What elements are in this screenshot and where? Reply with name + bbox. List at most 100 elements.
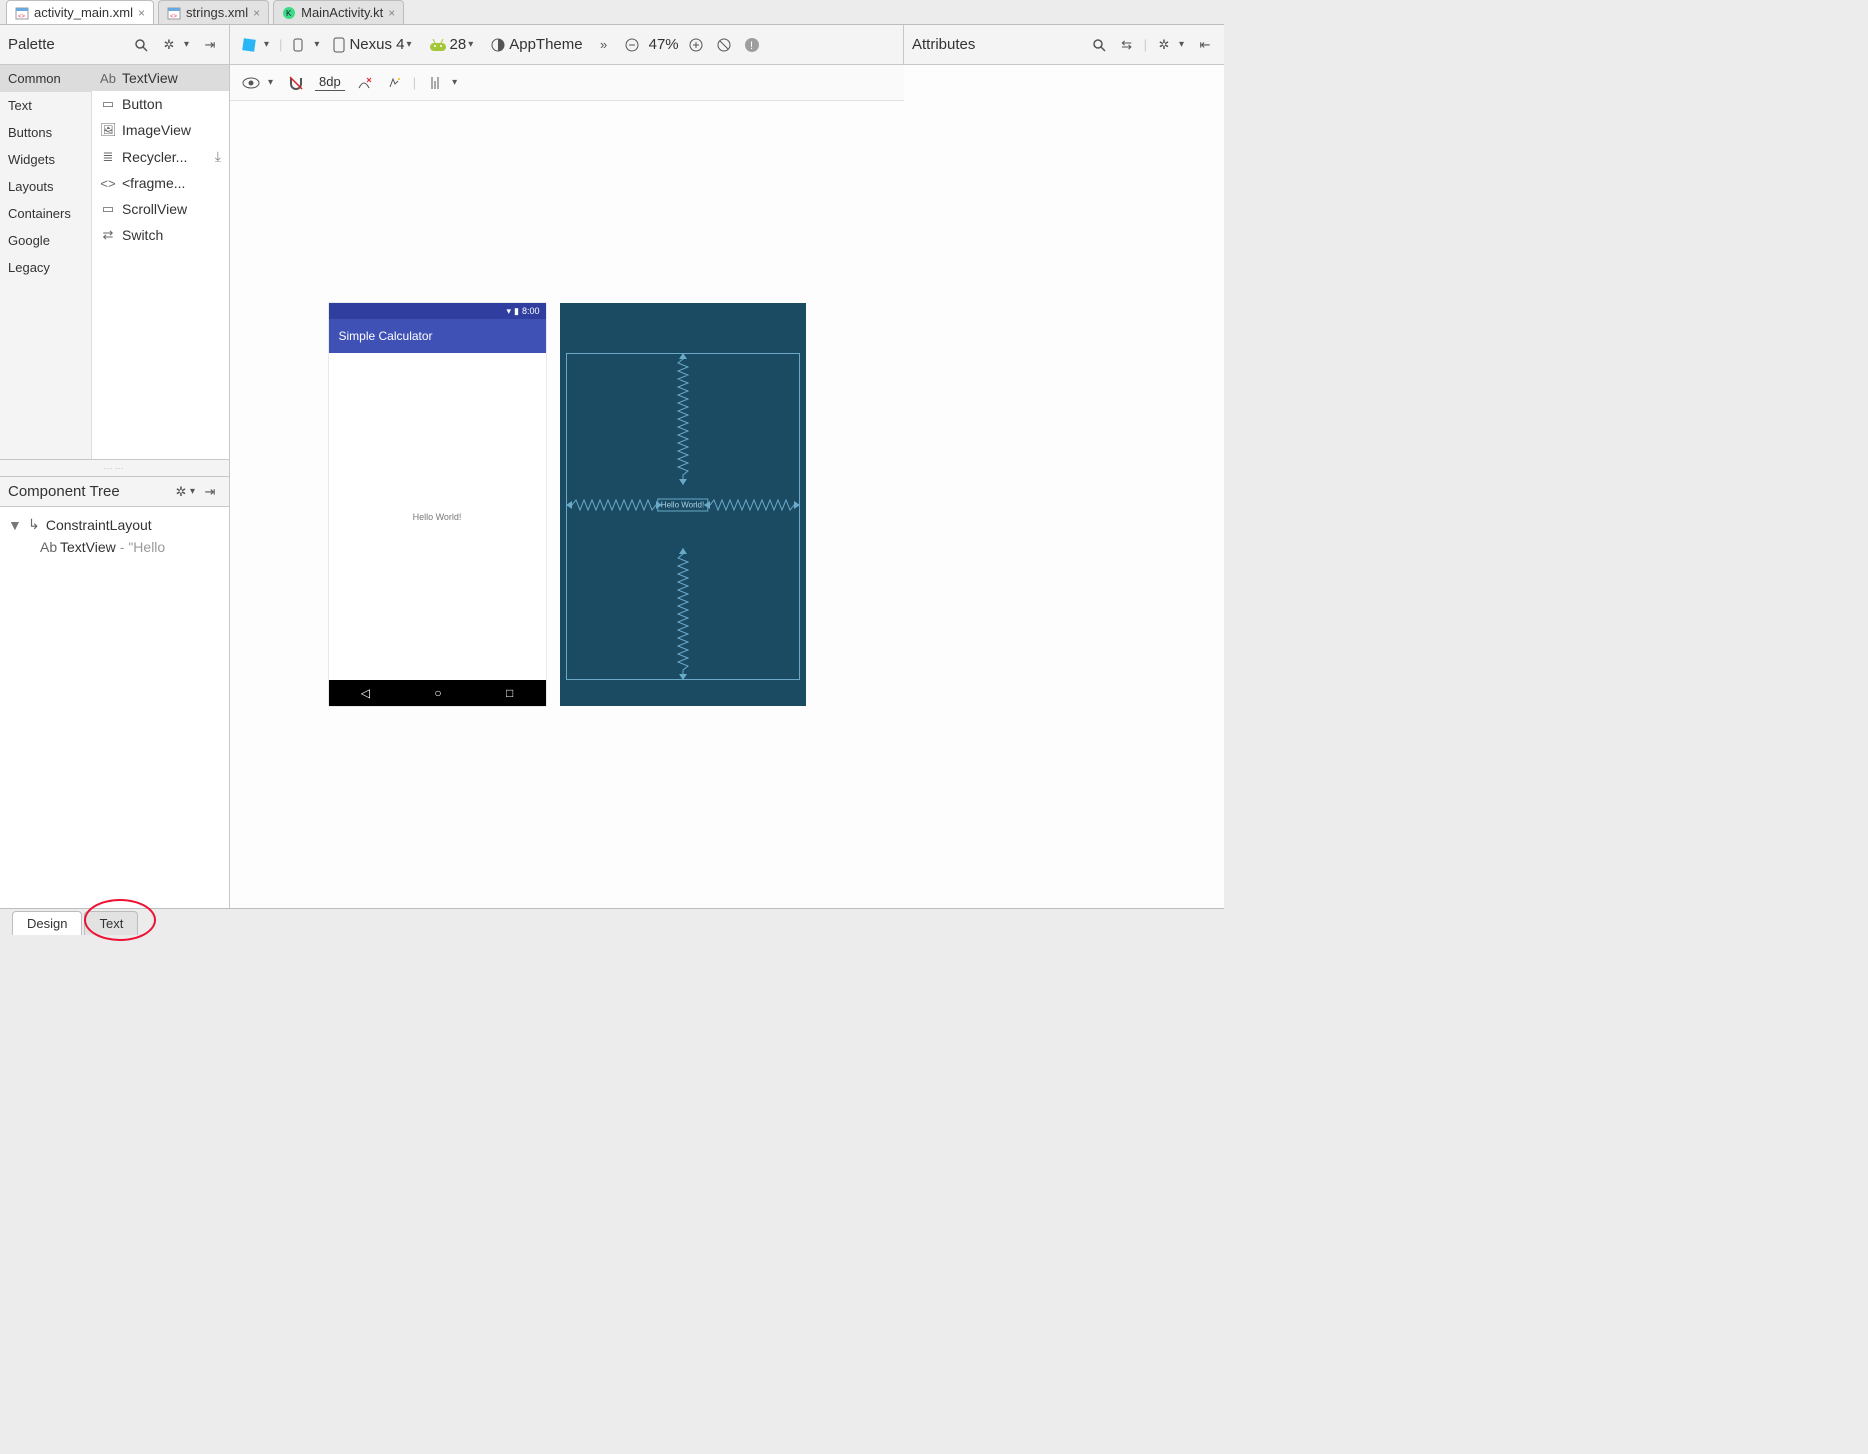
guidelines-icon[interactable] (424, 72, 446, 94)
palette-widget-scrollview[interactable]: ▭ScrollView (92, 196, 229, 222)
tab-text[interactable]: Text (84, 911, 138, 935)
collapse-icon[interactable]: ⇤ (1194, 34, 1216, 56)
design-surface-icon[interactable] (238, 34, 260, 56)
preview-app-bar: Simple Calculator (329, 319, 546, 353)
svg-text:K: K (286, 9, 292, 18)
zoom-out-icon[interactable] (621, 34, 643, 56)
file-tab-strip: <> activity_main.xml × <> strings.xml × … (0, 0, 1224, 25)
chevron-down-icon: ▾ (452, 77, 457, 88)
theme-label: AppTheme (509, 36, 582, 53)
splitter-handle[interactable]: ⋯⋯ (0, 460, 229, 477)
preview-textview[interactable]: Hello World! (413, 512, 462, 522)
device-picker[interactable]: Nexus 4 ▾ (329, 36, 419, 53)
palette-widget-imageview[interactable]: 🖼ImageView (92, 117, 229, 143)
api-label: 28 (450, 36, 467, 53)
constraint-spring-left (566, 498, 662, 512)
close-icon[interactable]: × (138, 6, 145, 20)
nav-recent-icon: □ (506, 686, 513, 700)
preview-nav-bar: ◁ ○ □ (329, 680, 546, 706)
file-tab-label: activity_main.xml (34, 5, 133, 20)
preview-status-bar: ▾ ▮ 8:00 (329, 303, 546, 319)
palette-category-legacy[interactable]: Legacy (0, 254, 91, 281)
palette-widget-label: <fragme... (122, 175, 185, 191)
palette-category-common[interactable]: Common (0, 65, 91, 92)
magnet-icon[interactable] (285, 72, 307, 94)
search-icon[interactable] (130, 34, 152, 56)
zoom-in-icon[interactable] (685, 34, 707, 56)
gear-icon[interactable]: ✲ (158, 34, 180, 56)
editor-mode-tabs: Design Text (0, 909, 1224, 935)
component-tree-title: Component Tree (8, 483, 120, 500)
close-icon[interactable]: × (388, 6, 395, 20)
collapse-icon[interactable]: ⇥ (199, 481, 221, 503)
palette-widget-switch[interactable]: ⇄Switch (92, 222, 229, 248)
gear-icon[interactable]: ✲ (1153, 34, 1175, 56)
palette-widget-label: Switch (122, 227, 163, 243)
preview-app-title: Simple Calculator (339, 329, 433, 343)
tree-row-textview[interactable]: Ab TextView - "Hello (0, 536, 229, 558)
clear-constraints-icon[interactable] (353, 72, 375, 94)
palette-category-containers[interactable]: Containers (0, 200, 91, 227)
close-icon[interactable]: × (253, 6, 260, 20)
infer-constraints-icon[interactable] (383, 72, 405, 94)
zoom-fit-icon[interactable] (713, 34, 735, 56)
attributes-panel (904, 65, 1224, 908)
file-tab-strings[interactable]: <> strings.xml × (158, 0, 269, 24)
design-surface-column: ▾ 8dp | ▾ ▾ ▮ 8:00 Simple Calculator (230, 65, 904, 908)
palette-category-buttons[interactable]: Buttons (0, 119, 91, 146)
gear-icon[interactable]: ✲ (170, 481, 192, 503)
palette-widget-button[interactable]: ▭Button (92, 91, 229, 117)
palette-category-widgets[interactable]: Widgets (0, 146, 91, 173)
palette-widget-textview[interactable]: AbTextView (92, 65, 229, 91)
palette-widget-label: ImageView (122, 122, 191, 138)
preview-body[interactable]: Hello World! (329, 353, 546, 680)
fragment-icon: <> (100, 176, 116, 191)
palette-widget-label: TextView (122, 70, 178, 86)
theme-icon (491, 38, 505, 52)
orientation-icon[interactable] (288, 34, 310, 56)
chevron-down-icon: ▾ (264, 39, 269, 50)
download-icon[interactable]: ⤓ (215, 148, 221, 165)
theme-picker[interactable]: AppTheme (487, 36, 586, 53)
default-margin[interactable]: 8dp (315, 74, 345, 91)
design-toolbar-secondary: ▾ 8dp | ▾ (230, 65, 904, 101)
xml-file-icon: <> (15, 6, 29, 20)
tree-row-constraintlayout[interactable]: ▼ ↳ ConstraintLayout (0, 513, 229, 536)
palette-category-layouts[interactable]: Layouts (0, 173, 91, 200)
expand-all-icon[interactable]: ⇆ (1116, 34, 1138, 56)
phone-icon (333, 37, 345, 53)
blueprint-preview[interactable]: Hello World! (560, 303, 806, 706)
palette-category-text[interactable]: Text (0, 92, 91, 119)
design-toolbar: ▾ | ▾ Nexus 4 ▾ 28 ▾ AppTheme » 47% ! (230, 25, 904, 65)
file-tab-label: MainActivity.kt (301, 5, 383, 20)
file-tab-activity-main[interactable]: <> activity_main.xml × (6, 0, 154, 24)
collapse-icon[interactable]: ⇥ (199, 34, 221, 56)
constraint-spring-top (676, 353, 690, 485)
battery-icon: ▮ (514, 306, 519, 317)
view-options-icon[interactable] (240, 72, 262, 94)
wifi-icon: ▾ (506, 306, 511, 317)
blueprint-textview[interactable]: Hello World! (657, 498, 708, 511)
palette-title: Palette (8, 36, 55, 53)
palette-widget-fragment[interactable]: <> <fragme... (92, 170, 229, 196)
design-canvas[interactable]: ▾ ▮ 8:00 Simple Calculator Hello World! … (230, 101, 904, 908)
palette-widget-label: Button (122, 96, 162, 112)
locale-icon[interactable]: » (593, 34, 615, 56)
tab-design[interactable]: Design (12, 911, 82, 935)
tree-row-label: ConstraintLayout (46, 517, 152, 533)
search-icon[interactable] (1088, 34, 1110, 56)
api-picker[interactable]: 28 ▾ (426, 36, 482, 53)
file-tab-mainactivity[interactable]: K MainActivity.kt × (273, 0, 404, 24)
nav-back-icon: ◁ (361, 686, 370, 700)
android-icon (430, 39, 446, 51)
device-label: Nexus 4 (349, 36, 404, 53)
margin-label: 8dp (319, 74, 341, 89)
constraint-spring-bottom (676, 548, 690, 680)
tree-row-subtext: - "Hello (120, 539, 165, 555)
warnings-icon[interactable]: ! (741, 34, 763, 56)
palette-category-google[interactable]: Google (0, 227, 91, 254)
attributes-header: Attributes ⇆ | ✲▾ ⇤ (904, 25, 1224, 65)
palette-widget-recycler[interactable]: ≣Recycler...⤓ (92, 143, 229, 170)
chevron-down-icon: ▾ (468, 39, 473, 50)
device-preview[interactable]: ▾ ▮ 8:00 Simple Calculator Hello World! … (329, 303, 546, 706)
